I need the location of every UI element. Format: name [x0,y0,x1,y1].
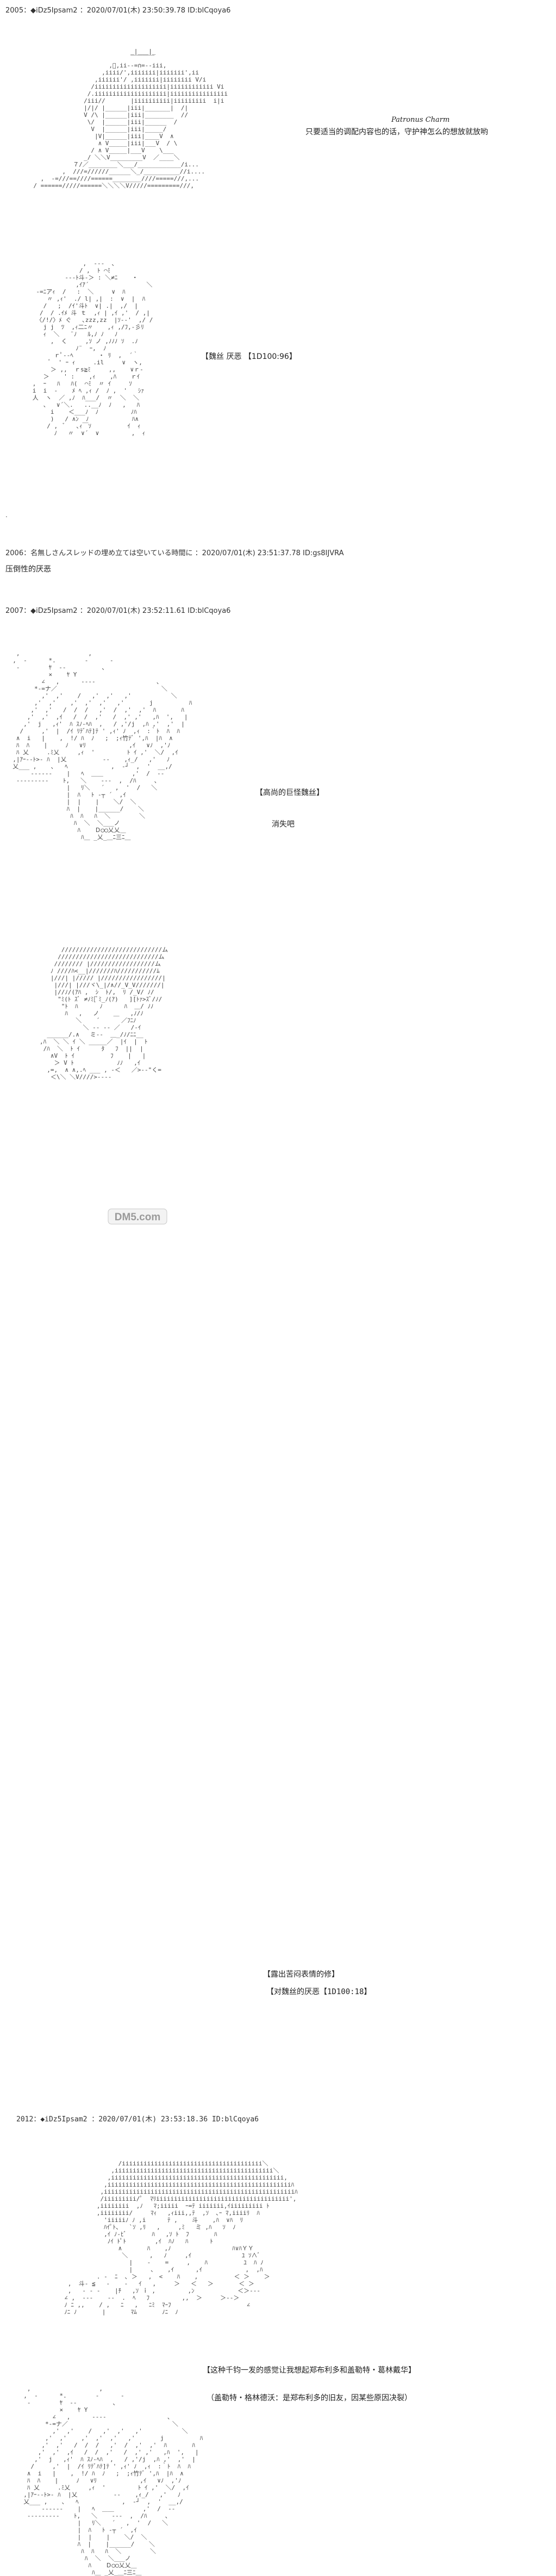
post-datetime: ：2020/07/01(木) 23:52:11.61 [79,607,185,615]
panel-caption-grindelwald-note: （盖勒特・格林德沃：是郑布利多的旧友，因某些原因决裂） [207,2394,412,2403]
panel-caption-disappear: 消失吧 [272,820,295,829]
post-datetime: ：2020/07/01(木) 23:50:39.78 [79,7,185,15]
post-number: 2006 [5,549,24,557]
ascii-art-weasley-disgust: , -‐- 、 / , ﾄ ⌒ﾐ ---ﾄ斗-＞ : ＼≠ﾆ ・ ,ｲｱ´ ＼ … [32,260,153,437]
watermark-text: DM5.com [115,1212,160,1223]
separator-dot: . [5,511,8,519]
panel-caption-noble-troll: 【高尚的巨怪魏丝】 [255,789,324,797]
panel-caption-weasley-disgust: 【魏丝 厌恶 【1D100:96】 [201,352,297,361]
poster-name: ：名無しさんスレッドの埋め立ては空いている時間に [23,549,193,557]
post-header-2005: 2005：◆iDz5Ipsam2 ：2020/07/01(木) 23:50:39… [5,4,230,15]
post-number: 2012 [16,2115,34,2124]
post-datetime: ：2020/07/01(木) 23:51:37.78 [195,549,301,557]
spell-name: Patronus Charm [391,116,450,124]
poster-id: ID:blCqoya6 [188,607,231,615]
post-header-2007: 2007：◆iDz5Ipsam2 ：2020/07/01(木) 23:52:11… [5,605,230,615]
post-number: 2007 [5,607,24,615]
poster-name: ：◆iDz5Ipsam2 [33,2115,88,2124]
ascii-art-hat-figure: _|___|_ ￣￣￣￣ ,ﾞ,ii--=∩=--iii, ,iiii/',ii… [33,48,228,189]
poster-id: ID:blCqoya6 [211,2115,259,2124]
post-datetime: ：2020/07/01(木) 23:53:18.36 [91,2115,208,2124]
spell-caption: 只要适当的调配内容也的话，守护神怎么的想放就放哟 [305,128,488,136]
dm5-logo-icon: DM5.com [108,1208,167,1225]
panel-caption-bitter-expression: 【露出苦闷表情的修】 [263,1970,339,1979]
poster-name: ：◆iDz5Ipsam2 [23,7,78,15]
ascii-art-dumbledore-figure: /iiiiiiiiiiiiiiiiiiiiiiiiiiiiiiiiiiiiiii… [64,2160,298,2316]
post-header-2012: 2012：◆iDz5Ipsam2 ：2020/07/01(木) 23:53:18… [16,2116,259,2123]
site-watermark-logo: DM5.com [101,1200,167,1225]
ascii-art-shu-profile-repeat: , , , ‐ *. ‐ ‐ ‐ ﾔ ‐‐ ､ × ﾔ Y ∠ , ‐‐‐‐ ､… [23,2385,203,2576]
post-header-2006: 2006：名無しさんスレッドの埋め立ては空いている時間に ：2020/07/01… [5,547,343,557]
post-comment: 压倒性的厌恶 [5,565,51,574]
poster-id: ID:gs8IJVRA [303,549,344,557]
post-number: 2005 [5,7,24,15]
ascii-art-shu-frown: ////////////////////////////ム //////////… [16,946,416,2576]
ascii-art-shu-profile: , , , ‐ *. ‐ ‐ ‐ ﾔ ‐‐ ､ × ﾔ Y ∠ , ‐‐‐‐ ､… [13,650,192,841]
panel-caption-disgust-roll: 【对魏丝的厌恶【1D100:18】 [266,1988,372,1996]
panel-caption-close-call: 【这种千钧一发的感觉让我想起郑布利多和盖勒特・葛林戴华】 [203,2366,416,2375]
poster-name: ：◆iDz5Ipsam2 [23,607,78,615]
poster-id: ID:blCqoya6 [188,7,231,15]
